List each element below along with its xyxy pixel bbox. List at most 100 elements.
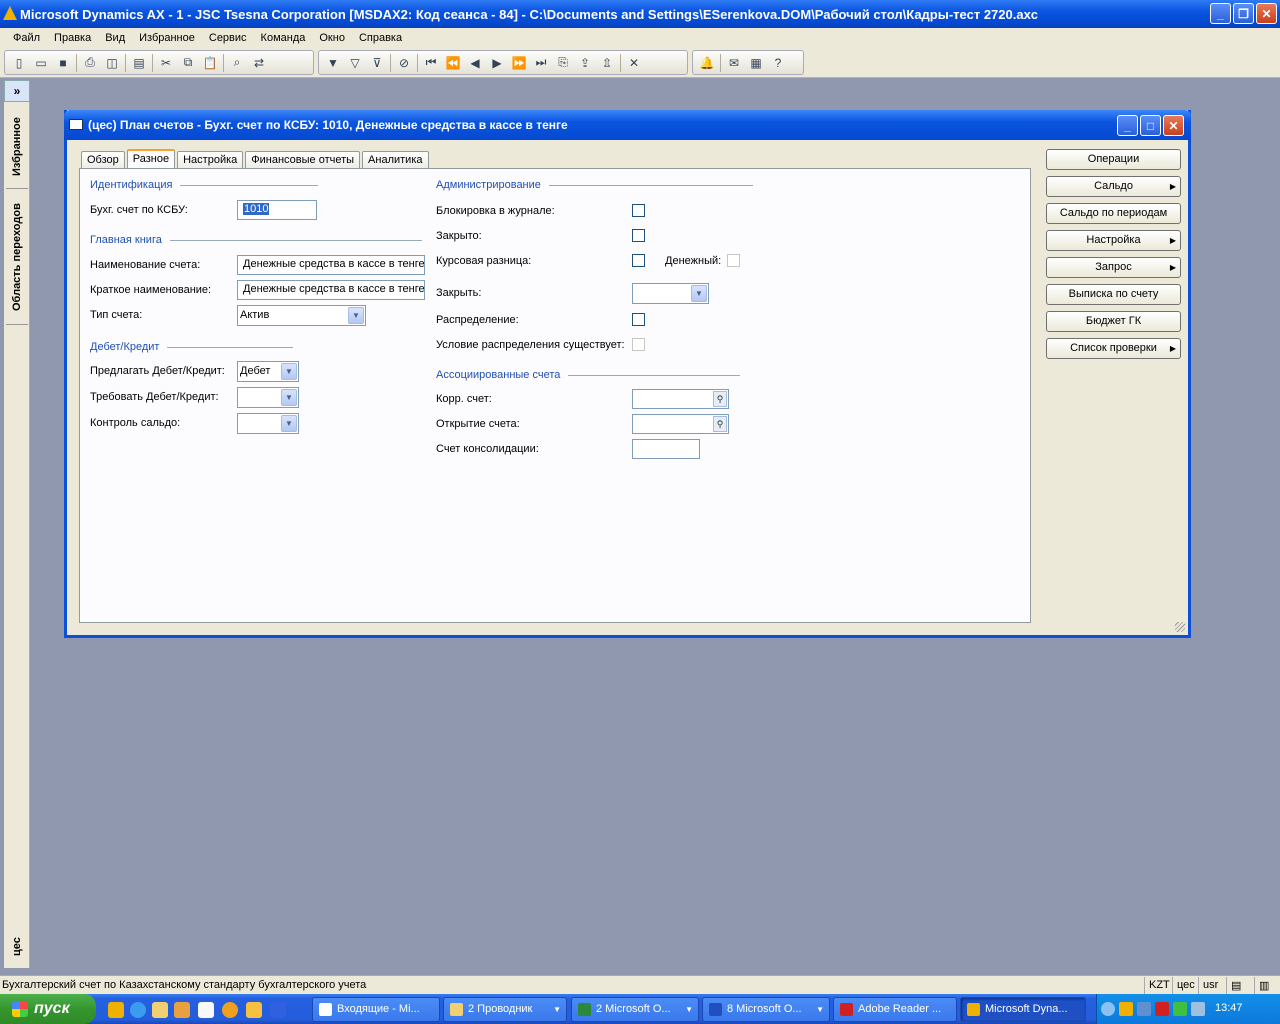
save-record-icon[interactable]: ⇪ bbox=[574, 53, 596, 73]
first-record-icon[interactable]: ⏮ bbox=[420, 53, 442, 73]
account-number-field[interactable]: 1010 bbox=[237, 200, 317, 220]
tool-launcher-icon[interactable] bbox=[270, 1002, 286, 1018]
delete-icon[interactable]: ✕ bbox=[623, 53, 645, 73]
tab-setup[interactable]: Настройка bbox=[177, 151, 244, 169]
ledger-budget-button[interactable]: Бюджет ГК bbox=[1046, 311, 1181, 332]
new-record-icon[interactable]: ⎘ bbox=[552, 53, 574, 73]
taskbar-item-adobe-reader[interactable]: Adobe Reader ... bbox=[833, 997, 957, 1022]
start-button[interactable]: пуск bbox=[0, 994, 96, 1024]
periodic-balance-button[interactable]: Сальдо по периодам bbox=[1046, 203, 1181, 224]
alert-icon[interactable]: 🔔 bbox=[696, 53, 718, 73]
previous-page-icon[interactable]: ⏪ bbox=[442, 53, 464, 73]
save-icon[interactable]: ■ bbox=[52, 53, 74, 73]
open-icon[interactable]: ▭ bbox=[30, 53, 52, 73]
print-icon[interactable]: ⎙ bbox=[79, 53, 101, 73]
tab-overview[interactable]: Обзор bbox=[81, 151, 125, 169]
account-name-field[interactable]: Денежные средства в кассе в тенге bbox=[237, 255, 425, 275]
currency-indicator[interactable]: KZT bbox=[1144, 977, 1174, 994]
form-close-icon[interactable]: ✕ bbox=[1163, 115, 1184, 136]
exchange-difference-checkbox[interactable] bbox=[632, 254, 645, 267]
export-icon[interactable]: ⇫ bbox=[596, 53, 618, 73]
transactions-button[interactable]: Операции bbox=[1046, 149, 1181, 170]
layer-indicator[interactable]: usr bbox=[1198, 977, 1222, 994]
record-info-icon[interactable]: ▦ bbox=[745, 53, 767, 73]
minimize-icon[interactable]: _ bbox=[1210, 3, 1231, 24]
resize-grip-icon[interactable] bbox=[1175, 622, 1185, 632]
setup-button[interactable]: Настройка ▶ bbox=[1046, 230, 1181, 251]
properties-icon[interactable]: ▤ bbox=[128, 53, 150, 73]
balance-control-select[interactable]: ▼ bbox=[237, 413, 299, 434]
restore-icon[interactable]: ❐ bbox=[1233, 3, 1254, 24]
opening-account-field[interactable]: ⚲ bbox=[632, 414, 729, 434]
document-handling-icon[interactable]: ✉ bbox=[723, 53, 745, 73]
taskbar-item-explorer[interactable]: 2 Проводник ▼ bbox=[443, 997, 567, 1022]
account-statement-button[interactable]: Выписка по счету bbox=[1046, 284, 1181, 305]
lookup-icon[interactable]: ⚲ bbox=[713, 391, 727, 407]
chevron-down-icon[interactable]: ▼ bbox=[691, 285, 707, 302]
menu-help[interactable]: Справка bbox=[352, 32, 409, 44]
next-record-icon[interactable]: ▶ bbox=[486, 53, 508, 73]
menu-edit[interactable]: Правка bbox=[47, 32, 98, 44]
folder-icon[interactable] bbox=[152, 1002, 168, 1018]
close-icon[interactable]: ✕ bbox=[1256, 3, 1277, 24]
tab-dimensions[interactable]: Аналитика bbox=[362, 151, 429, 169]
distribution-checkbox[interactable] bbox=[632, 313, 645, 326]
cut-icon[interactable]: ✂ bbox=[155, 53, 177, 73]
paste-icon[interactable]: 📋 bbox=[199, 53, 221, 73]
expand-sidebar-button[interactable]: » bbox=[4, 80, 30, 102]
print-preview-icon[interactable]: ◫ bbox=[101, 53, 123, 73]
taskbar-item-inbox[interactable]: Входящие - Mi... bbox=[312, 997, 440, 1022]
journal-block-checkbox[interactable] bbox=[632, 204, 645, 217]
volume-icon[interactable] bbox=[1191, 1002, 1205, 1016]
balance-button[interactable]: Сальдо ▶ bbox=[1046, 176, 1181, 197]
form-minimize-icon[interactable]: _ bbox=[1117, 115, 1138, 136]
database-icon[interactable]: ▤ bbox=[1226, 977, 1245, 994]
chevron-down-icon[interactable]: ▼ bbox=[281, 389, 297, 406]
quick-launch-app-icon[interactable] bbox=[174, 1002, 190, 1018]
security-icon[interactable] bbox=[1173, 1002, 1187, 1016]
chevron-down-icon[interactable]: ▼ bbox=[281, 363, 297, 380]
navigation-pane-tab[interactable]: Область переходов bbox=[4, 192, 30, 322]
menu-view[interactable]: Вид bbox=[98, 32, 132, 44]
taskbar-item-dynamics[interactable]: Microsoft Dyna... bbox=[960, 997, 1086, 1022]
tab-financial-reports[interactable]: Финансовые отчеты bbox=[245, 151, 361, 169]
internet-explorer-icon[interactable] bbox=[130, 1002, 146, 1018]
checklist-button[interactable]: Список проверки ▶ bbox=[1046, 338, 1181, 359]
chevron-down-icon[interactable]: ▼ bbox=[348, 307, 364, 324]
media-player-icon[interactable] bbox=[222, 1002, 238, 1018]
settings-app-icon[interactable] bbox=[198, 1002, 214, 1018]
lookup-icon[interactable]: ⚲ bbox=[713, 416, 727, 432]
form-maximize-icon[interactable]: □ bbox=[1140, 115, 1161, 136]
closed-checkbox[interactable] bbox=[632, 229, 645, 242]
favorites-pane-tab[interactable]: Избранное bbox=[4, 108, 30, 186]
previous-record-icon[interactable]: ◀ bbox=[464, 53, 486, 73]
require-debit-credit-select[interactable]: ▼ bbox=[237, 387, 299, 408]
last-record-icon[interactable]: ⏭ bbox=[530, 53, 552, 73]
network-icon[interactable] bbox=[1137, 1002, 1151, 1016]
remove-filter-icon[interactable]: ⊘ bbox=[393, 53, 415, 73]
find-icon[interactable]: ⌕ bbox=[226, 53, 248, 73]
app-title-bar[interactable]: Microsoft Dynamics AX - 1 - JSC Tsesna C… bbox=[0, 0, 1280, 28]
menu-command[interactable]: Команда bbox=[254, 32, 313, 44]
form-title-bar[interactable]: (цес) План счетов - Бухг. счет по КСБУ: … bbox=[64, 110, 1191, 140]
short-name-field[interactable]: Денежные средства в кассе в тенге bbox=[237, 280, 425, 300]
session-icon[interactable]: ▥ bbox=[1254, 977, 1273, 994]
tray-outlook-icon[interactable] bbox=[1119, 1002, 1133, 1016]
consolidation-account-field[interactable] bbox=[632, 439, 700, 459]
company-indicator-status[interactable]: цес bbox=[1172, 977, 1199, 994]
taskbar-item-excel[interactable]: 2 Microsoft O... ▼ bbox=[571, 997, 699, 1022]
inquiry-button[interactable]: Запрос ▶ bbox=[1046, 257, 1181, 278]
menu-window[interactable]: Окно bbox=[312, 32, 352, 44]
suggest-debit-credit-select[interactable]: Дебет ▼ bbox=[237, 361, 299, 382]
next-page-icon[interactable]: ⏩ bbox=[508, 53, 530, 73]
tab-misc[interactable]: Разное bbox=[126, 149, 176, 170]
menu-tools[interactable]: Сервис bbox=[202, 32, 254, 44]
help-icon[interactable]: ? bbox=[767, 53, 789, 73]
copy-icon[interactable]: ⧉ bbox=[177, 53, 199, 73]
dynamics-launcher-icon[interactable] bbox=[108, 1002, 124, 1018]
account-type-select[interactable]: Актив ▼ bbox=[237, 305, 366, 326]
filter-advanced-icon[interactable]: ▽ bbox=[344, 53, 366, 73]
menu-favorites[interactable]: Избранное bbox=[132, 32, 202, 44]
antivirus-icon[interactable] bbox=[1155, 1002, 1169, 1016]
taskbar-item-word[interactable]: 8 Microsoft O... ▼ bbox=[702, 997, 830, 1022]
